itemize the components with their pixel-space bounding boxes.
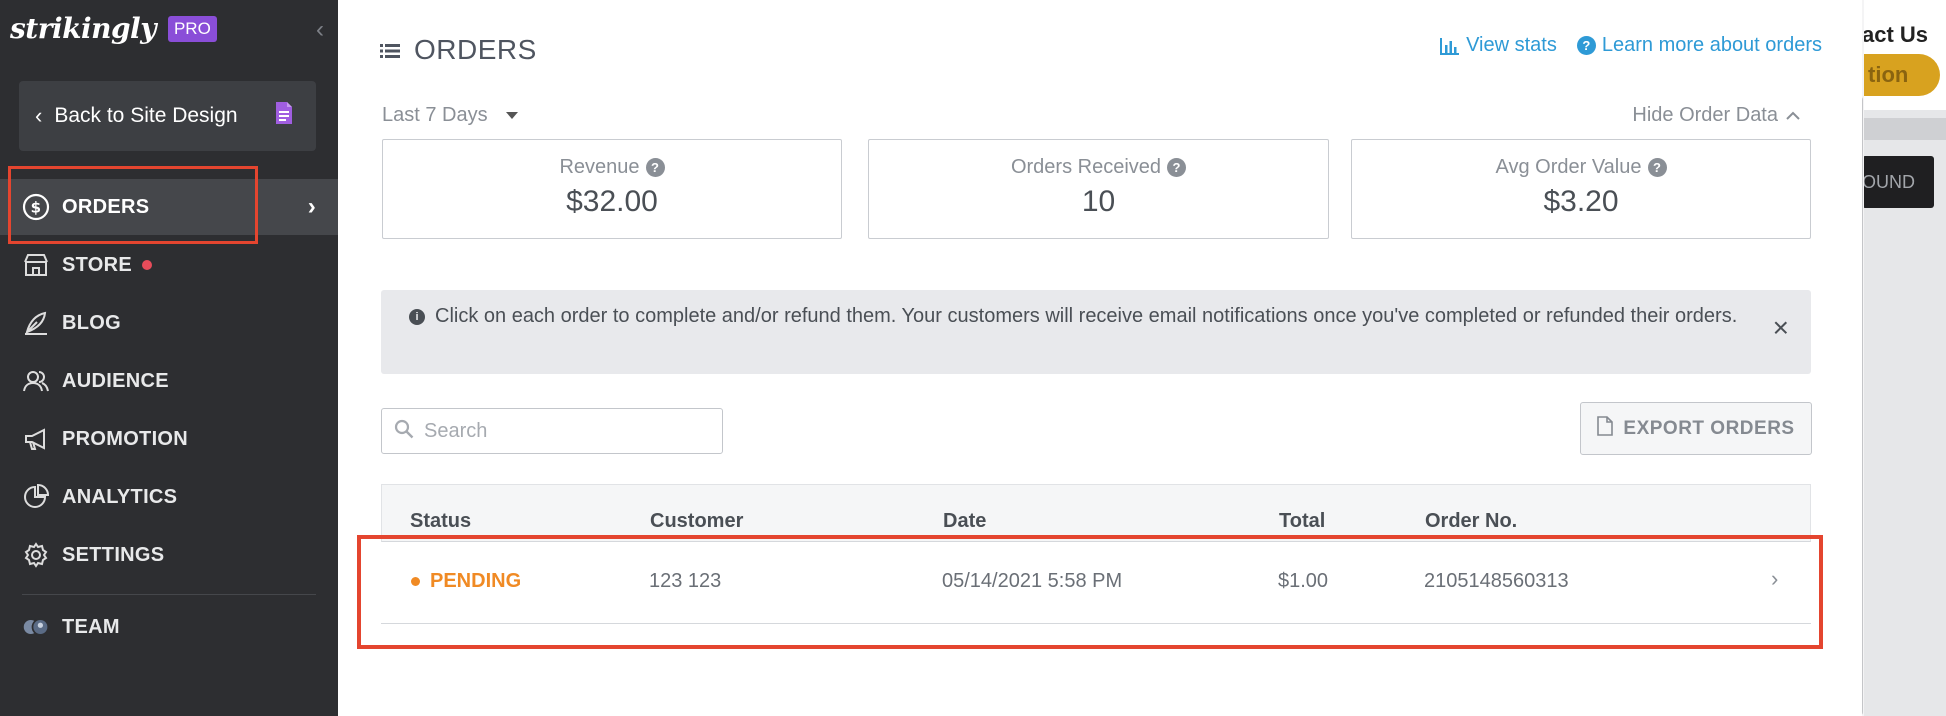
sidebar-item-label: BLOG xyxy=(62,311,121,334)
sidebar-item-label: STORE xyxy=(62,253,133,276)
highlight-box-orders xyxy=(8,166,258,244)
page-title-text: ORDERS xyxy=(414,34,537,65)
stat-label: Orders Received xyxy=(1010,156,1162,178)
column-header-order-no[interactable]: Order No. xyxy=(1425,510,1517,533)
column-header-status[interactable]: Status xyxy=(410,510,471,533)
sidebar: strikingly PRO ‹ ‹ Back to Site Design $… xyxy=(0,0,338,716)
pro-badge: PRO xyxy=(167,15,217,42)
background-stripe xyxy=(1862,118,1946,140)
header-links: View stats ? Learn more about orders xyxy=(1440,34,1822,57)
sidebar-item-store[interactable]: STORE xyxy=(0,237,338,293)
stat-label: Avg Order Value xyxy=(1495,156,1642,178)
background-header: act Us tion xyxy=(1862,0,1946,110)
question-circle-icon: ? xyxy=(1576,36,1596,55)
help-icon[interactable]: ? xyxy=(645,158,665,177)
view-stats-label: View stats xyxy=(1466,34,1557,56)
stat-card-avg-order-value: Avg Order Value? $3.20 xyxy=(1351,139,1811,239)
column-header-customer[interactable]: Customer xyxy=(650,510,743,533)
view-stats-link[interactable]: View stats xyxy=(1440,34,1557,57)
date-range-dropdown[interactable]: Last 7 Days xyxy=(382,104,518,127)
list-icon xyxy=(380,34,400,66)
file-icon xyxy=(1597,415,1614,442)
search-box xyxy=(381,408,723,454)
stat-label: Revenue xyxy=(559,156,640,178)
hide-order-data-toggle[interactable]: Hide Order Data xyxy=(1632,104,1800,127)
bar-chart-icon xyxy=(1440,37,1460,55)
background-dark-button-text: OUND xyxy=(1862,171,1915,192)
caret-down-icon xyxy=(505,112,518,119)
help-icon[interactable]: ? xyxy=(1647,158,1667,177)
column-header-total[interactable]: Total xyxy=(1279,510,1325,533)
megaphone-icon xyxy=(22,425,50,453)
sidebar-item-settings[interactable]: SETTINGS xyxy=(0,527,338,583)
stat-card-orders-received: Orders Received? 10 xyxy=(868,139,1329,239)
sidebar-item-team[interactable]: TEAM xyxy=(0,599,338,655)
notice-text: Click on each order to complete and/or r… xyxy=(435,305,1738,327)
gear-icon xyxy=(22,541,50,569)
back-to-site-design-button[interactable]: ‹ Back to Site Design xyxy=(19,81,316,151)
learn-more-link[interactable]: ? Learn more about orders xyxy=(1576,34,1822,57)
sidebar-item-label: PROMOTION xyxy=(62,427,189,450)
brand-logo: strikingly xyxy=(10,12,156,45)
search-input[interactable] xyxy=(424,419,704,443)
sidebar-item-label: TEAM xyxy=(62,615,120,638)
help-icon[interactable]: ? xyxy=(1167,158,1187,177)
back-button-label: Back to Site Design xyxy=(54,104,238,127)
collapse-sidebar-icon[interactable]: ‹ xyxy=(316,16,324,44)
pie-chart-icon xyxy=(22,483,50,511)
stat-value: 10 xyxy=(1081,185,1116,218)
info-notice: i Click on each order to complete and/or … xyxy=(381,290,1811,374)
background-pill-button: tion xyxy=(1862,54,1940,96)
notification-dot xyxy=(142,260,153,270)
chevron-right-icon: › xyxy=(307,193,316,220)
background-dark-button: OUND xyxy=(1862,156,1934,208)
team-avatars-icon xyxy=(22,613,50,641)
brand[interactable]: strikingly PRO xyxy=(10,12,217,45)
table-header: Status Customer Date Total Order No. xyxy=(381,484,1811,542)
sidebar-item-label: ANALYTICS xyxy=(62,485,178,508)
feather-icon xyxy=(22,309,50,337)
highlight-box-order-row xyxy=(357,535,1823,649)
people-icon xyxy=(22,367,50,395)
chevron-left-icon: ‹ xyxy=(35,103,43,128)
export-orders-button[interactable]: EXPORT ORDERS xyxy=(1580,402,1812,455)
sidebar-item-label: AUDIENCE xyxy=(62,369,169,392)
column-header-date[interactable]: Date xyxy=(943,510,986,533)
page-title: ORDERS xyxy=(380,34,537,66)
export-orders-label: EXPORT ORDERS xyxy=(1623,417,1795,439)
sidebar-item-analytics[interactable]: ANALYTICS xyxy=(0,469,338,525)
sidebar-item-audience[interactable]: AUDIENCE xyxy=(0,353,338,409)
close-icon[interactable]: × xyxy=(1773,314,1789,342)
chevron-up-icon xyxy=(1786,104,1800,127)
background-contact-text: act Us xyxy=(1862,22,1929,47)
sidebar-item-label: SETTINGS xyxy=(62,543,165,566)
document-icon xyxy=(274,101,294,131)
learn-more-label: Learn more about orders xyxy=(1601,34,1822,56)
store-icon xyxy=(22,251,50,279)
hide-order-data-label: Hide Order Data xyxy=(1632,104,1778,126)
sidebar-item-blog[interactable]: BLOG xyxy=(0,295,338,351)
sidebar-divider xyxy=(22,594,316,595)
stat-card-revenue: Revenue? $32.00 xyxy=(382,139,842,239)
stat-value: $32.00 xyxy=(566,185,658,218)
stat-value: $3.20 xyxy=(1543,185,1619,218)
search-icon xyxy=(394,419,414,444)
date-range-value: Last 7 Days xyxy=(382,104,488,126)
info-icon: i xyxy=(409,309,425,325)
sidebar-item-promotion[interactable]: PROMOTION xyxy=(0,411,338,467)
